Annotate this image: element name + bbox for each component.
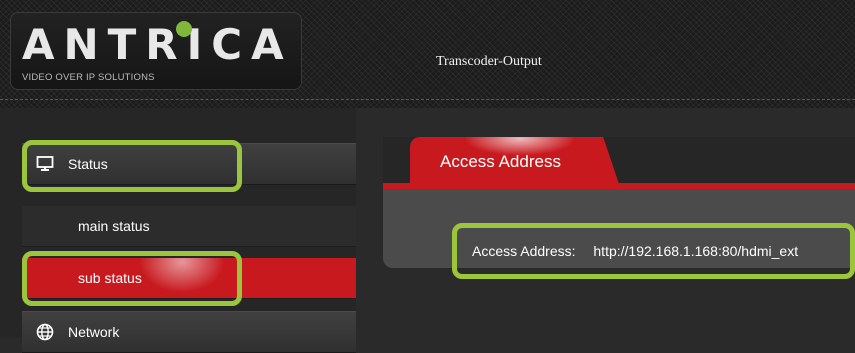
access-address-row: Access Address: http://192.168.1.168:80/… xyxy=(472,243,798,259)
page-title: Transcoder-Output xyxy=(436,54,542,69)
logo-text: ANTRICA xyxy=(22,20,293,69)
sidebar-item-sub-status[interactable]: sub status xyxy=(22,258,356,299)
monitor-icon xyxy=(36,155,54,173)
sidebar-item-main-status[interactable]: main status xyxy=(22,206,356,247)
access-address-label: Access Address: xyxy=(472,243,576,259)
sidebar-item-label: Status xyxy=(68,156,108,172)
sidebar-item-label: sub status xyxy=(78,270,142,286)
sidebar: Status main status sub status Network xyxy=(0,108,356,353)
logo-dot xyxy=(176,21,192,37)
globe-icon xyxy=(36,323,54,341)
sidebar-item-network[interactable]: Network xyxy=(22,311,356,353)
header-bar: ANTRICA VIDEO OVER IP SOLUTIONS Transcod… xyxy=(0,0,855,108)
access-address-value: http://192.168.1.168:80/hdmi_ext xyxy=(593,243,799,259)
sidebar-item-status[interactable]: Status xyxy=(22,143,356,185)
tab-access-address[interactable]: Access Address xyxy=(410,137,620,187)
tab-label: Access Address xyxy=(440,152,561,171)
logo-tagline: VIDEO OVER IP SOLUTIONS xyxy=(22,72,155,83)
sidebar-item-label: main status xyxy=(78,218,150,234)
antrica-logo: ANTRICA VIDEO OVER IP SOLUTIONS xyxy=(10,12,302,90)
